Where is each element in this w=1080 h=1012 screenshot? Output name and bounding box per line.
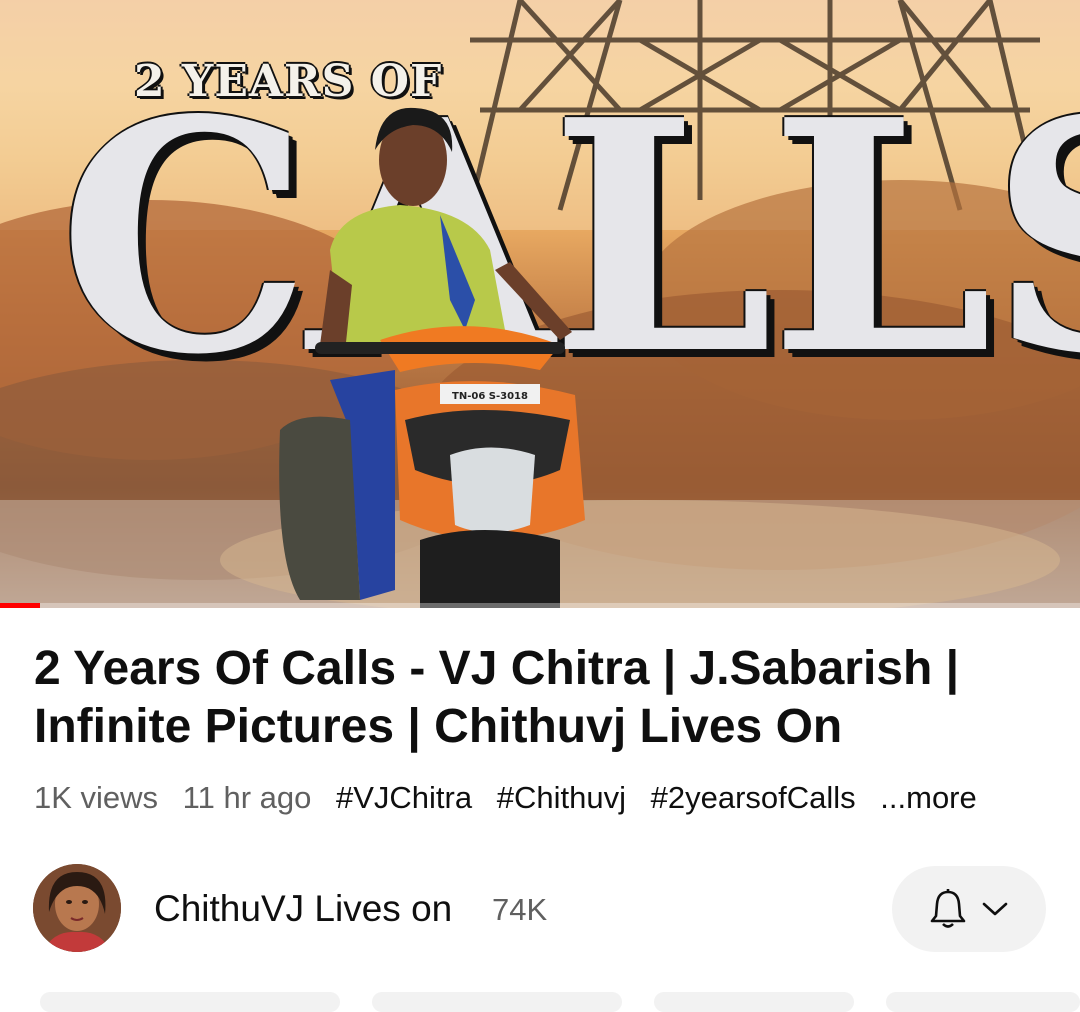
upload-age: 11 hr ago <box>182 780 312 815</box>
license-plate: TN-06 S-3018 <box>452 391 528 402</box>
action-chips-row <box>0 992 1080 1012</box>
avatar-image <box>33 864 121 952</box>
bell-icon <box>930 889 966 928</box>
playback-progress-bar[interactable] <box>0 603 1080 608</box>
video-player[interactable]: 2 YEARS OF CALLS TN-06 S-3018 <box>0 0 1080 608</box>
subscriber-count: 74K <box>492 892 548 927</box>
hashtag-link[interactable]: #2yearsofCalls <box>651 780 856 815</box>
action-chip[interactable] <box>40 992 340 1012</box>
view-count: 1K views <box>34 780 159 815</box>
hashtag-link[interactable]: #Chithuvj <box>497 780 626 815</box>
video-meta-row[interactable]: 1K views 11 hr ago #VJChitra #Chithuvj #… <box>34 778 1064 818</box>
action-chip[interactable] <box>886 992 1080 1012</box>
notification-subscribe-button[interactable] <box>892 866 1046 952</box>
hashtag-link[interactable]: #VJChitra <box>336 780 472 815</box>
channel-avatar[interactable] <box>33 864 121 952</box>
video-title[interactable]: 2 Years Of Calls - VJ Chitra | J.Sabaris… <box>34 640 1044 756</box>
more-description-button[interactable]: ...more <box>880 780 976 815</box>
action-chip[interactable] <box>654 992 854 1012</box>
action-chip[interactable] <box>372 992 622 1012</box>
chevron-down-icon <box>982 902 1008 916</box>
channel-name[interactable]: ChithuVJ Lives on <box>154 886 452 932</box>
playback-progress-fill <box>0 603 40 608</box>
rider-on-scooter-illustration: TN-06 S-3018 <box>279 107 585 608</box>
